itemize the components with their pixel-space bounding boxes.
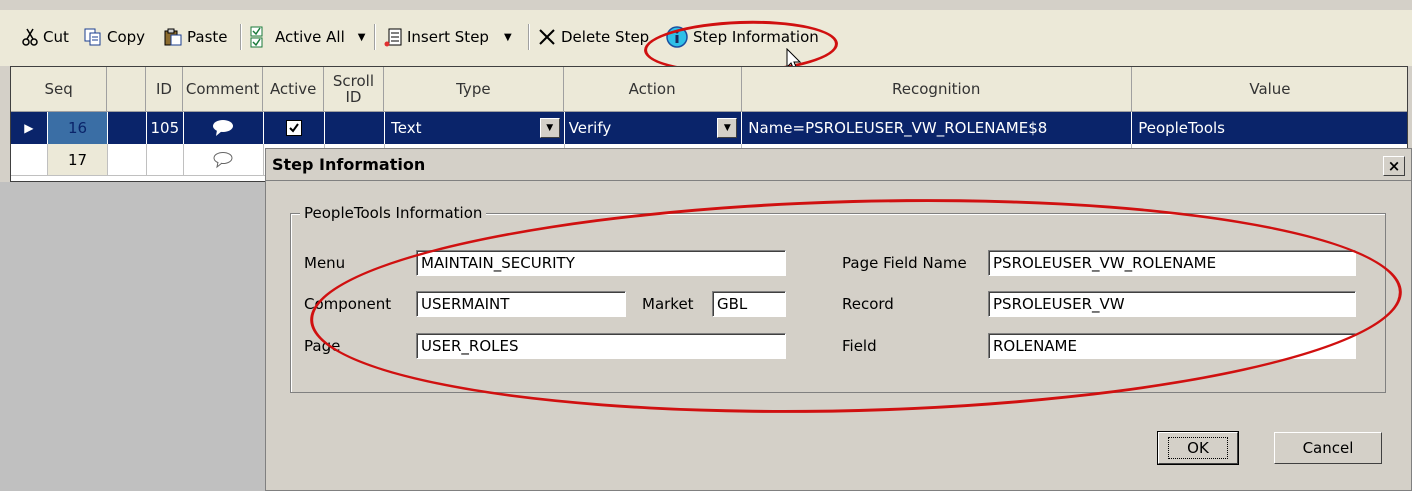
type-dropdown-button[interactable]: ▼ — [539, 118, 560, 138]
delete-step-button[interactable]: Delete Step — [538, 24, 649, 50]
header-recognition[interactable]: Recognition — [741, 67, 1132, 112]
paste-icon — [164, 28, 182, 46]
row-scroll-id — [325, 112, 386, 144]
row-seq: 16 — [47, 112, 109, 144]
cut-button[interactable]: Cut — [22, 24, 69, 50]
table-row[interactable]: ▶ 16 105 Text ▼ Verify ▼ Name=PSROLEUSER… — [11, 112, 1407, 144]
comment-bubble-icon[interactable] — [212, 151, 234, 169]
chevron-down-icon: ▼ — [723, 123, 731, 133]
active-all-label: Active All — [275, 28, 345, 46]
action-dropdown-button[interactable]: ▼ — [717, 118, 738, 138]
header-seq[interactable]: Seq — [11, 67, 108, 112]
background-panel — [0, 182, 265, 491]
toolbar: Cut Copy Paste Active All ▼ Insert Step … — [0, 10, 1412, 77]
row-seq: 17 — [47, 144, 109, 176]
row-action-value: Verify — [568, 119, 612, 137]
active-checkbox[interactable] — [285, 120, 302, 136]
toolbar-separator — [374, 24, 376, 50]
grid-header-row: Seq ID Comment Active Scroll ID Type Act… — [11, 67, 1407, 112]
delete-x-icon — [539, 29, 555, 45]
insert-step-label: Insert Step — [407, 28, 489, 46]
row-blank — [108, 112, 147, 144]
header-scroll-id[interactable]: Scroll ID — [323, 67, 384, 112]
chevron-down-icon[interactable]: ▼ — [358, 32, 366, 43]
delete-step-label: Delete Step — [561, 28, 650, 46]
ok-button[interactable]: OK — [1157, 431, 1239, 465]
row-comment[interactable] — [183, 144, 265, 176]
row-blank — [108, 144, 147, 176]
close-button[interactable]: × — [1383, 156, 1405, 176]
group-title: PeopleTools Information — [300, 204, 487, 222]
check-icon — [289, 123, 299, 133]
copy-label: Copy — [107, 28, 146, 46]
toolbar-separator — [240, 24, 242, 50]
copy-button[interactable]: Copy — [84, 24, 145, 50]
row-type[interactable]: Text ▼ — [385, 112, 565, 144]
copy-icon — [84, 28, 101, 46]
header-active[interactable]: Active — [263, 67, 324, 112]
row-id — [146, 144, 184, 176]
chevron-down-icon[interactable]: ▼ — [504, 32, 512, 43]
header-blank — [107, 67, 147, 112]
header-value[interactable]: Value — [1131, 67, 1407, 112]
active-all-button[interactable]: Active All ▼ — [250, 24, 365, 50]
row-active[interactable] — [264, 112, 325, 144]
row-indicator-icon: ▶ — [11, 112, 48, 144]
insert-step-button[interactable]: Insert Step ▼ — [384, 24, 512, 50]
dialog-title: Step Information — [272, 155, 426, 174]
cut-label: Cut — [43, 28, 69, 46]
insert-step-icon — [384, 28, 402, 47]
comment-bubble-icon[interactable] — [212, 119, 234, 137]
row-indicator — [11, 144, 48, 176]
header-comment[interactable]: Comment — [182, 67, 264, 112]
checklist-icon — [250, 26, 263, 48]
header-id[interactable]: ID — [146, 67, 183, 112]
row-value[interactable]: PeopleTools — [1132, 112, 1407, 144]
cancel-button[interactable]: Cancel — [1274, 432, 1382, 464]
row-value-value: PeopleTools — [1138, 119, 1225, 137]
row-type-value: Text — [391, 119, 422, 137]
scissors-icon — [22, 28, 38, 46]
header-type[interactable]: Type — [383, 67, 564, 112]
paste-label: Paste — [187, 28, 228, 46]
row-id: 105 — [147, 112, 184, 144]
dialog-titlebar[interactable]: Step Information × — [266, 149, 1411, 181]
menu-label: Menu — [304, 254, 346, 272]
row-recognition[interactable]: Name=PSROLEUSER_VW_ROLENAME$8 — [742, 112, 1133, 144]
header-action[interactable]: Action — [563, 67, 742, 112]
row-action[interactable]: Verify ▼ — [565, 112, 743, 144]
row-comment[interactable] — [184, 112, 265, 144]
toolbar-separator — [528, 24, 530, 50]
row-recognition-value: Name=PSROLEUSER_VW_ROLENAME$8 — [748, 119, 1048, 137]
paste-button[interactable]: Paste — [164, 24, 228, 50]
chevron-down-icon: ▼ — [546, 123, 554, 133]
ok-label: OK — [1168, 437, 1228, 459]
